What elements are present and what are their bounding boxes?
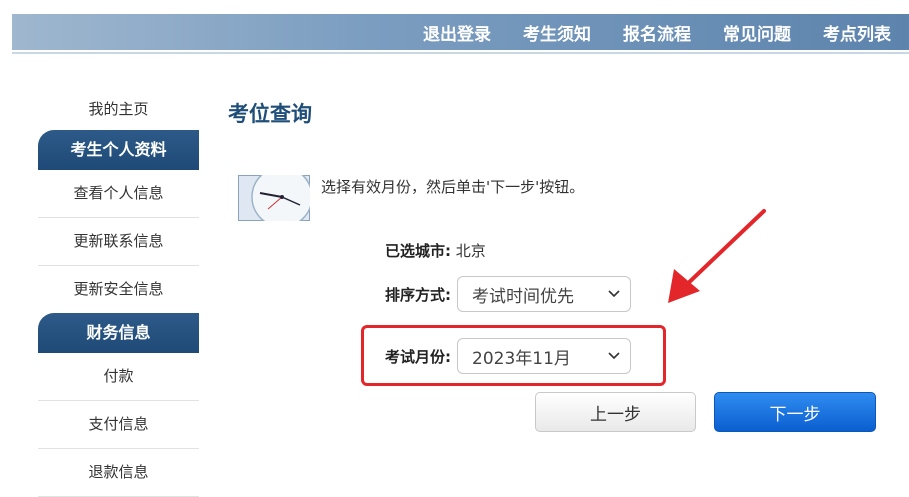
sidebar-item-payment[interactable]: 付款 xyxy=(38,353,199,401)
top-nav: 退出登录 考生须知 报名流程 常见问题 考点列表 xyxy=(391,14,891,50)
sort-row: 排序方式: 考试时间优先 xyxy=(385,276,631,312)
previous-step-button[interactable]: 上一步 xyxy=(535,392,696,432)
nav-faq[interactable]: 常见问题 xyxy=(691,20,791,45)
city-label: 已选城市: xyxy=(385,242,451,260)
nav-test-center-list[interactable]: 考点列表 xyxy=(791,20,891,45)
next-step-button[interactable]: 下一步 xyxy=(714,392,876,432)
sidebar-item-view-profile[interactable]: 查看个人信息 xyxy=(38,170,199,218)
sidebar-item-refund-info[interactable]: 退款信息 xyxy=(38,449,199,497)
nav-logout[interactable]: 退出登录 xyxy=(391,20,491,45)
sidebar-section-profile: 考生个人资料 xyxy=(38,130,199,170)
nav-candidate-notice[interactable]: 考生须知 xyxy=(491,20,591,45)
selected-city-row: 已选城市: 北京 xyxy=(385,240,486,261)
sidebar-item-update-contact[interactable]: 更新联系信息 xyxy=(38,218,199,266)
red-arrow-annotation xyxy=(668,209,766,303)
nav-registration-process[interactable]: 报名流程 xyxy=(591,20,691,45)
sidebar-item-home[interactable]: 我的主页 xyxy=(38,88,199,130)
sort-select[interactable]: 考试时间优先 xyxy=(457,276,631,312)
chevron-down-icon xyxy=(608,290,620,298)
clock-icon xyxy=(238,175,310,221)
sidebar: 我的主页 考生个人资料 查看个人信息 更新联系信息 更新安全信息 财务信息 付款… xyxy=(38,88,199,497)
sidebar-item-payment-info[interactable]: 支付信息 xyxy=(38,401,199,449)
sidebar-item-update-security[interactable]: 更新安全信息 xyxy=(38,266,199,313)
month-highlight-box xyxy=(361,325,666,386)
sort-label: 排序方式: xyxy=(385,285,451,304)
city-value: 北京 xyxy=(455,242,486,260)
sidebar-section-finance: 财务信息 xyxy=(38,313,199,353)
sort-select-value: 考试时间优先 xyxy=(472,286,574,307)
top-nav-bar: 退出登录 考生须知 报名流程 常见问题 考点列表 xyxy=(12,14,909,50)
instruction-text: 选择有效月份，然后单击'下一步'按钮。 xyxy=(321,178,585,196)
page-title: 考位查询 xyxy=(228,102,312,126)
header-divider xyxy=(12,52,909,54)
